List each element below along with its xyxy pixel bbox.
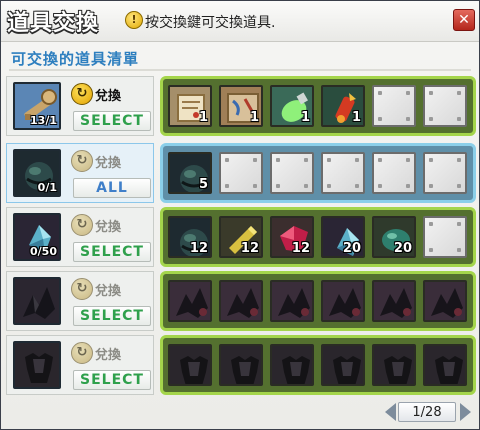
select-button[interactable]: SELECT [73,111,151,131]
exchange-icon: ↻ [71,150,93,172]
empty-slot [219,152,263,194]
mecha-part-icon[interactable] [219,280,263,322]
pager: 1/28 [385,402,471,424]
mecha-part-icon[interactable] [168,280,212,322]
empty-slot [423,216,467,258]
exchange-row: 13/1 ↻ 兌換 SELECT 1 1 1 1 [6,76,476,136]
blue-crystal-icon[interactable]: 20 [321,216,365,258]
exchange-icon: ↻ [71,342,93,364]
select-button[interactable]: SELECT [73,370,151,390]
empty-slot [270,152,314,194]
item-count: 12 [189,241,208,256]
exchange-row: 0/50 ↻ 兌換 SELECT 12 12 12 20 20 [6,207,476,267]
close-button[interactable]: ✕ [453,9,475,31]
mecha-part-icon[interactable] [423,280,467,322]
item-count: 1 [198,110,208,125]
exchange-row-info: 0/1 ↻ 兌換 ALL [6,143,154,203]
all-button[interactable]: ALL [73,178,151,198]
mecha-part-icon[interactable] [372,280,416,322]
item-exchange-window: 道具交換 ! 按交換鍵可交換道具. ✕ 可交換的道具清單 13/1 ↻ 兌換 SELE… [0,0,480,430]
black-mecha-icon [13,277,61,325]
exchange-row: ↻ 兌換 SELECT [6,271,476,331]
title-bar[interactable]: 道具交換 ! 按交換鍵可交換道具. ✕ [1,1,479,42]
map-icon[interactable]: 1 [219,85,263,127]
red-rocket-icon[interactable]: 1 [321,85,365,127]
empty-slot [423,152,467,194]
black-armor-icon[interactable] [270,344,314,386]
reward-slots [160,271,476,331]
select-button[interactable]: SELECT [73,306,151,326]
exchange-icon: ↻ [71,214,93,236]
gold-bar-icon[interactable]: 12 [219,216,263,258]
item-count: 12 [240,241,259,256]
exchange-row-info: 13/1 ↻ 兌換 SELECT [6,76,154,136]
hint-text: 按交換鍵可交換道具. [145,15,276,31]
black-armor-icon[interactable] [219,344,263,386]
exchange-icon: ↻ [71,83,93,105]
exchange-label: 兌換 [95,220,122,235]
required-count: 0/50 [30,245,57,258]
green-potion-icon[interactable]: 1 [270,85,314,127]
black-armor-icon[interactable] [423,344,467,386]
reward-slots [160,335,476,395]
page-indicator: 1/28 [398,402,456,422]
mecha-part-icon[interactable] [321,280,365,322]
exchange-row: 0/1 ↻ 兌換 ALL 5 [6,143,476,203]
exchange-row-info: 0/50 ↻ 兌換 SELECT [6,207,154,267]
black-armor-icon [13,341,61,389]
empty-slot [423,85,467,127]
item-count: 20 [342,241,361,256]
required-count: 0/1 [37,181,57,194]
item-count: 5 [198,177,208,192]
dark-orb-icon[interactable]: 5 [168,152,212,194]
item-count: 12 [291,241,310,256]
exchange-label: 兌換 [95,156,122,171]
mecha-part-icon[interactable] [270,280,314,322]
black-armor-icon[interactable] [372,344,416,386]
item-count: 20 [393,241,412,256]
required-count: 13/1 [30,114,57,127]
empty-slot [372,85,416,127]
exchange-label: 兌換 [95,348,122,363]
empty-slot [372,152,416,194]
scroll-icon[interactable]: 1 [168,85,212,127]
exchange-icon: ↻ [71,278,93,300]
blue-crystal-icon: 0/50 [13,213,61,261]
select-button[interactable]: SELECT [73,242,151,262]
item-count: 1 [300,110,310,125]
exchange-row: ↻ 兌換 SELECT [6,335,476,395]
black-armor-icon[interactable] [168,344,212,386]
item-count: 1 [249,110,259,125]
section-divider [9,69,471,71]
prev-page-button[interactable] [385,403,396,421]
key-icon: 13/1 [13,82,61,130]
red-gem-icon[interactable]: 12 [270,216,314,258]
exchange-row-info: ↻ 兌換 SELECT [6,271,154,331]
dark-orb-icon[interactable]: 12 [168,216,212,258]
exchange-label: 兌換 [95,284,122,299]
exchange-row-info: ↻ 兌換 SELECT [6,335,154,395]
empty-slot [321,152,365,194]
exchange-label: 兌換 [95,89,122,104]
teal-orb-icon[interactable]: 20 [372,216,416,258]
black-armor-icon[interactable] [321,344,365,386]
next-page-button[interactable] [460,403,471,421]
reward-slots: 5 [160,143,476,203]
reward-slots: 12 12 12 20 20 [160,207,476,267]
warning-icon: ! [125,11,143,29]
window-title: 道具交換 [7,11,100,36]
reward-slots: 1 1 1 1 [160,76,476,136]
item-count: 1 [351,110,361,125]
section-title: 可交換的道具清單 [11,50,140,68]
dark-orb-icon: 0/1 [13,149,61,197]
